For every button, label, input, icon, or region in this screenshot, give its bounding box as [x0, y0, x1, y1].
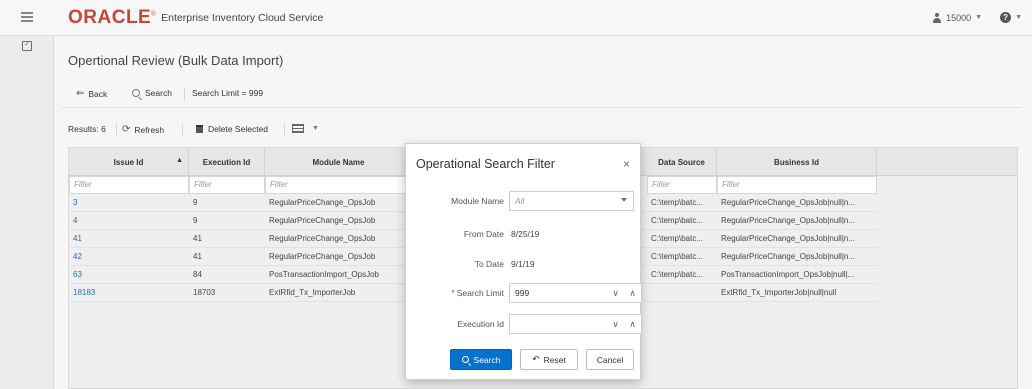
data-source-cell: C:\temp\batc... [651, 270, 704, 279]
chevron-down-icon [621, 198, 627, 202]
results-count: Results: 6 [68, 124, 106, 134]
hamburger-menu-icon[interactable] [21, 12, 33, 23]
column-header-issue-id[interactable]: Issue Id ▲ [69, 148, 189, 176]
execution-id-label: Execution Id [457, 319, 504, 329]
table-view-icon [292, 124, 304, 133]
oracle-logo: ORACLE® [68, 7, 157, 28]
issue-id-link[interactable]: 18183 [69, 284, 189, 302]
execution-id-cell: 9 [193, 216, 198, 225]
toolbar: ⇐ Back Search Search Limit = 999 [62, 82, 1022, 108]
business-id-cell: RegularPriceChange_OpsJob|null|n... [721, 216, 856, 225]
help-icon[interactable]: ? [1000, 12, 1012, 23]
chevron-down-icon[interactable]: ▼ [975, 14, 982, 21]
business-id-cell: RegularPriceChange_OpsJob|null|n... [721, 234, 856, 243]
execution-id-stepper: ∨ ∧ [607, 315, 641, 333]
business-id-cell: RegularPriceChange_OpsJob|null|n... [721, 252, 856, 261]
cancel-button[interactable]: Cancel [586, 349, 634, 370]
search-limit-label: * Search Limit [451, 288, 504, 298]
refresh-icon: ⟳ [122, 124, 131, 135]
view-menu-button[interactable]: ▼ [292, 124, 319, 133]
issue-id-link[interactable]: 42 [69, 248, 189, 266]
search-button[interactable]: Search [132, 88, 172, 98]
search-limit-text: Search Limit = 999 [192, 88, 264, 98]
issue-id-link[interactable]: 41 [69, 230, 189, 248]
module-name-label: Module Name [451, 196, 504, 206]
filter-issue-id[interactable]: Filter [69, 176, 189, 194]
data-source-cell [647, 284, 717, 302]
to-date-label: To Date [474, 259, 504, 269]
refresh-button[interactable]: ⟳ Refresh [122, 124, 164, 135]
column-header-business-id[interactable]: Business Id [717, 148, 877, 176]
module-name-cell: ExtRfid_Tx_ImporterJob [269, 288, 356, 297]
column-header-execution-id[interactable]: Execution Id [189, 148, 265, 176]
search-icon [461, 356, 469, 363]
execution-id-cell: 18703 [193, 288, 216, 297]
search-limit-stepper: ∨ ∧ [607, 284, 641, 302]
operational-search-filter-dialog: Operational Search Filter × Module Name … [405, 143, 642, 380]
module-name-select[interactable]: All [509, 191, 634, 211]
execution-id-cell: 9 [193, 198, 198, 207]
brand: ORACLE® Enterprise Inventory Cloud Servi… [68, 8, 323, 27]
page-title: Opertional Review (Bulk Data Import) [68, 53, 284, 68]
data-source-cell: C:\temp\batc... [651, 216, 704, 225]
back-arrow-icon: ⇐ [76, 88, 85, 99]
execution-id-cell: 41 [193, 234, 202, 243]
delete-selected-button[interactable]: Delete Selected [196, 124, 268, 134]
business-id-cell: PosTransactionImport_OpsJob|null|... [721, 270, 855, 279]
store-user-icon [932, 12, 942, 23]
filter-business-id[interactable]: Filter [717, 176, 877, 194]
store-selector[interactable]: 15000 [946, 13, 971, 23]
results-bar: Results: 6 ⟳ Refresh Delete Selected ▼ [62, 118, 1022, 138]
dialog-search-button[interactable]: Search [450, 349, 512, 370]
trash-icon [196, 125, 203, 133]
business-id-cell: RegularPriceChange_OpsJob|null|n... [721, 198, 856, 207]
tasks-icon[interactable] [22, 39, 32, 51]
decrement-icon[interactable]: ∨ [607, 284, 624, 302]
column-header-data-source[interactable]: Data Source [647, 148, 717, 176]
search-icon [132, 89, 140, 97]
issue-id-link[interactable]: 3 [69, 194, 189, 212]
module-name-cell: RegularPriceChange_OpsJob [269, 198, 376, 207]
reset-button[interactable]: ↶ Reset [520, 349, 578, 370]
module-name-cell: RegularPriceChange_OpsJob [269, 216, 376, 225]
increment-icon[interactable]: ∧ [624, 315, 641, 333]
execution-id-field[interactable]: ∨ ∧ [509, 314, 642, 334]
filter-data-source[interactable]: Filter [647, 176, 717, 194]
close-icon[interactable]: × [623, 157, 630, 171]
column-header-module-name[interactable]: Module Name [265, 148, 413, 176]
issue-id-link[interactable]: 63 [69, 266, 189, 284]
module-name-cell: RegularPriceChange_OpsJob [269, 252, 376, 261]
back-button[interactable]: ⇐ Back [76, 88, 107, 99]
data-source-cell: C:\temp\batc... [651, 252, 704, 261]
data-source-cell: C:\temp\batc... [651, 234, 704, 243]
to-date-value: 9/1/19 [511, 259, 535, 269]
data-source-cell: C:\temp\batc... [651, 198, 704, 207]
issue-id-link[interactable]: 4 [69, 212, 189, 230]
top-right-controls: 15000 ▼ ? ▼ [932, 12, 1022, 23]
module-name-cell: RegularPriceChange_OpsJob [269, 234, 376, 243]
sort-ascending-icon[interactable]: ▲ [176, 156, 183, 165]
execution-id-cell: 41 [193, 252, 202, 261]
required-marker: * [451, 288, 455, 298]
dialog-title: Operational Search Filter [416, 157, 555, 171]
app-title: Enterprise Inventory Cloud Service [161, 12, 324, 24]
help-chevron-down-icon[interactable]: ▼ [1015, 14, 1022, 21]
module-name-cell: PosTransactionImport_OpsJob [269, 270, 379, 279]
decrement-icon[interactable]: ∨ [607, 315, 624, 333]
left-rail [0, 36, 54, 389]
increment-icon[interactable]: ∧ [624, 284, 641, 302]
from-date-label: From Date [463, 229, 504, 239]
top-bar: ORACLE® Enterprise Inventory Cloud Servi… [0, 0, 1032, 36]
business-id-cell: ExtRfid_Tx_ImporterJob|null|null [721, 288, 837, 297]
filter-execution-id[interactable]: Filter [189, 176, 265, 194]
from-date-value: 8/25/19 [511, 229, 540, 239]
filter-module-name[interactable]: Filter [265, 176, 413, 194]
reset-icon: ↶ [532, 354, 540, 364]
search-limit-field[interactable]: 999 ∨ ∧ [509, 283, 642, 303]
execution-id-cell: 84 [193, 270, 202, 279]
chevron-down-icon: ▼ [312, 125, 319, 132]
